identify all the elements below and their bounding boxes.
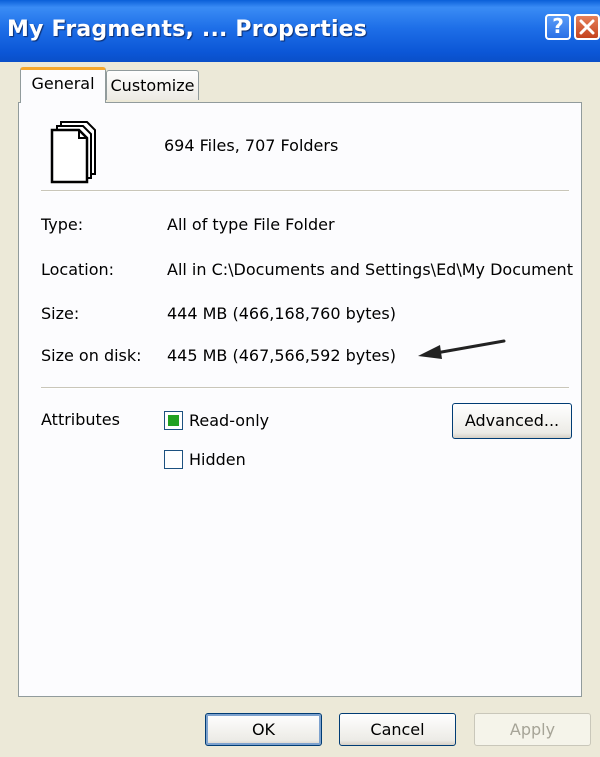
cancel-button[interactable]: Cancel <box>339 713 456 746</box>
ok-button[interactable]: OK <box>205 713 322 746</box>
apply-button[interactable]: Apply <box>474 713 591 746</box>
size-label: Size: <box>41 304 80 323</box>
size-on-disk-label: Size on disk: <box>41 346 142 365</box>
close-button[interactable] <box>574 14 600 40</box>
size-on-disk-value: 445 MB (467,566,592 bytes) <box>167 346 396 365</box>
tab-customize[interactable]: Customize <box>106 70 199 100</box>
help-button[interactable]: ? <box>545 14 571 40</box>
multiple-files-icon <box>50 121 96 184</box>
close-icon <box>579 19 595 35</box>
file-folder-count: 694 Files, 707 Folders <box>164 136 339 155</box>
type-label: Type: <box>41 215 84 234</box>
title-bar[interactable]: My Fragments, ... Properties ? <box>0 0 600 62</box>
hidden-checkbox[interactable] <box>164 450 183 469</box>
tab-general[interactable]: General <box>20 67 106 103</box>
location-label: Location: <box>41 260 115 279</box>
divider <box>41 190 569 192</box>
readonly-label: Read-only <box>189 411 270 430</box>
location-value: All in C:\Documents and Settings\Ed\My D… <box>167 260 573 279</box>
divider <box>41 387 569 389</box>
type-value: All of type File Folder <box>167 215 335 234</box>
hidden-label: Hidden <box>189 450 246 469</box>
window-title: My Fragments, ... Properties <box>7 17 368 42</box>
advanced-button[interactable]: Advanced... <box>452 403 572 439</box>
readonly-checkbox[interactable] <box>164 411 183 430</box>
general-tab-panel: 694 Files, 707 Folders Type: All of type… <box>18 102 582 697</box>
attributes-label: Attributes <box>41 410 120 429</box>
annotation-arrow-icon <box>418 339 506 359</box>
size-value: 444 MB (466,168,760 bytes) <box>167 304 396 323</box>
